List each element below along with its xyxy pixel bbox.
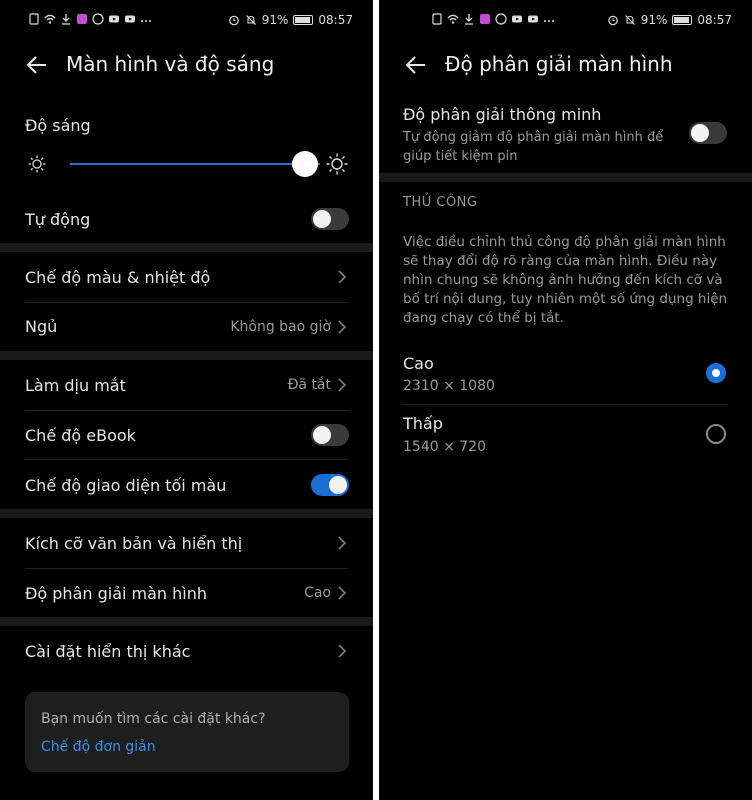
more-notifications-icon [544, 20, 554, 22]
simple-mode-link[interactable]: Chế độ đơn giản [41, 739, 156, 755]
eye-comfort-label: Làm dịu mắt [25, 376, 126, 395]
sim-icon [29, 13, 39, 25]
dark-mode-label: Chế độ giao diện tối màu [25, 476, 227, 495]
eye-comfort-row[interactable]: Làm dịu mắt Đã tắt [0, 360, 373, 410]
brightness-knob[interactable] [292, 151, 318, 177]
battery-icon [293, 15, 314, 25]
status-bar: 91% 08:57 [0, 0, 373, 40]
row-divider [25, 459, 348, 460]
ebook-label: Chế độ eBook [25, 426, 136, 445]
option-label: Cao [403, 354, 434, 373]
brightness-slider[interactable] [70, 151, 320, 177]
clock: 08:57 [697, 13, 732, 27]
alarm-icon [607, 15, 618, 26]
radio-low[interactable] [706, 424, 726, 444]
resolution-option-low[interactable]: Thấp 1540 × 720 [379, 405, 752, 463]
auto-brightness-toggle[interactable] [311, 208, 349, 230]
auto-brightness-label: Tự động [25, 210, 91, 229]
puzzle-app-icon [77, 14, 87, 24]
smart-resolution-toggle[interactable] [689, 122, 727, 144]
chevron-right-icon [338, 270, 347, 284]
brightness-low-icon [28, 155, 46, 173]
more-display-settings-row[interactable]: Cài đặt hiển thị khác [0, 626, 373, 676]
resolution-value: Cao [304, 585, 331, 601]
battery-percent: 91% [261, 13, 289, 27]
back-arrow-icon[interactable] [24, 52, 50, 78]
resolution-option-high[interactable]: Cao 2310 × 1080 [379, 345, 752, 403]
youtube-icon [528, 15, 538, 23]
wifi-icon [447, 14, 459, 24]
chevron-right-icon [338, 586, 347, 600]
screen-resolution-screen: 91% 08:57 Độ phân giải màn hình Độ phân … [379, 0, 752, 800]
section-divider [0, 243, 373, 252]
section-divider [0, 351, 373, 360]
section-divider [0, 509, 373, 518]
smart-resolution-label: Độ phân giải thông minh [403, 105, 602, 124]
youtube-icon [109, 15, 119, 23]
toggle-knob [691, 124, 709, 142]
youtube-icon [125, 15, 135, 23]
suggestion-question: Bạn muốn tìm các cài đặt khác? [41, 711, 266, 727]
chevron-right-icon [338, 320, 347, 334]
chevron-right-icon [338, 644, 347, 658]
radio-high[interactable] [706, 363, 726, 383]
resolution-label: Độ phân giải màn hình [25, 584, 208, 603]
battery-percent: 91% [640, 13, 668, 27]
section-divider [0, 617, 373, 626]
text-size-row[interactable]: Kích cỡ văn bản và hiển thị [0, 518, 373, 568]
color-mode-label: Chế độ màu & nhiệt độ [25, 268, 211, 287]
manual-section-header: THỦ CÔNG [403, 195, 478, 210]
download-icon [62, 14, 70, 25]
brightness-high-icon [326, 153, 348, 175]
mute-icon [245, 15, 256, 25]
clock: 08:57 [318, 13, 353, 27]
option-value: 2310 × 1080 [403, 378, 495, 394]
more-display-settings-label: Cài đặt hiển thị khác [25, 642, 191, 661]
wifi-icon [44, 14, 56, 24]
ebook-toggle[interactable] [311, 424, 349, 446]
sleep-value: Không bao giờ [230, 319, 331, 335]
battery-icon [672, 15, 693, 25]
suggestion-card: Bạn muốn tìm các cài đặt khác? Chế độ đơ… [25, 692, 349, 772]
color-mode-row[interactable]: Chế độ màu & nhiệt độ [0, 252, 373, 302]
dark-mode-toggle[interactable] [311, 474, 349, 496]
manual-description: Việc điều chỉnh thủ công độ phân giải mà… [403, 234, 728, 326]
chevron-right-icon [338, 536, 347, 550]
messenger-icon [92, 13, 104, 25]
display-brightness-screen: 91% 08:57 Màn hình và độ sáng Độ sáng Tự… [0, 0, 373, 800]
sleep-row[interactable]: Ngủ Không bao giờ [0, 303, 373, 351]
more-notifications-icon [141, 20, 151, 22]
section-divider [379, 173, 752, 182]
back-arrow-icon[interactable] [403, 52, 429, 78]
brightness-track [70, 163, 320, 165]
option-value: 1540 × 720 [403, 439, 486, 455]
messenger-icon [495, 13, 507, 25]
text-size-label: Kích cỡ văn bản và hiển thị [25, 534, 243, 553]
chevron-right-icon [338, 378, 347, 392]
option-label: Thấp [403, 414, 443, 433]
sleep-label: Ngủ [25, 317, 58, 336]
toggle-knob [329, 476, 347, 494]
status-bar: 91% 08:57 [379, 0, 752, 40]
row-divider [25, 410, 348, 411]
smart-resolution-description: Tự động giảm độ phân giải màn hình để gi… [403, 130, 664, 164]
brightness-label: Độ sáng [25, 116, 91, 135]
eye-comfort-value: Đã tắt [287, 377, 331, 393]
resolution-row[interactable]: Độ phân giải màn hình Cao [0, 569, 373, 617]
page-title: Màn hình và độ sáng [66, 52, 275, 76]
download-icon [465, 14, 473, 25]
sim-icon [432, 13, 442, 25]
toggle-knob [313, 210, 331, 228]
page-title: Độ phân giải màn hình [445, 52, 673, 76]
youtube-icon [512, 15, 522, 23]
alarm-icon [228, 15, 239, 26]
toggle-knob [313, 426, 331, 444]
puzzle-app-icon [480, 14, 490, 24]
mute-icon [624, 15, 635, 25]
